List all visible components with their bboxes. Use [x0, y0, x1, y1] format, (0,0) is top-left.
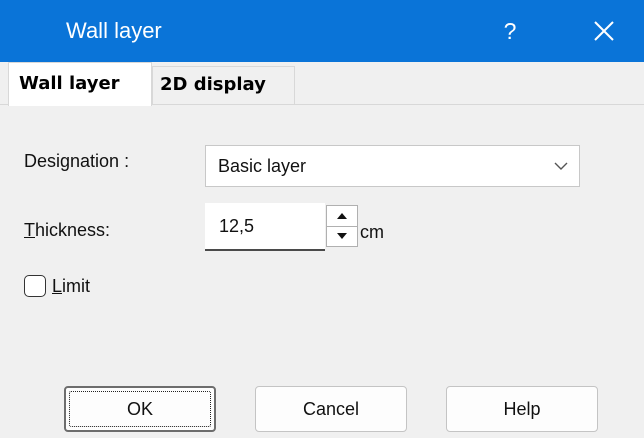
ok-label: OK: [126, 398, 153, 419]
designation-label: Designation :: [24, 151, 130, 171]
window-title: Wall layer: [66, 18, 162, 43]
tab-strip: Wall layer 2D display: [0, 62, 644, 106]
thickness-down-button[interactable]: [327, 226, 357, 246]
designation-select[interactable]: Basic layer: [205, 145, 580, 187]
triangle-up-icon: [337, 213, 347, 219]
limit-checkbox[interactable]: [24, 275, 46, 297]
title-bar[interactable]: Wall layer ?: [0, 0, 644, 62]
wall-layer-dialog: Wall layer ? Wall layer 2D display Desig…: [0, 0, 644, 438]
chevron-down-icon: [554, 162, 568, 170]
thickness-stepper[interactable]: [326, 205, 358, 247]
thickness-label: Thickness:: [24, 218, 110, 242]
ok-button[interactable]: OK: [64, 386, 216, 432]
tab-wall-layer[interactable]: Wall layer: [8, 62, 152, 106]
help-button[interactable]: Help: [446, 386, 598, 432]
tab-2d-display[interactable]: 2D display: [152, 66, 295, 104]
thickness-up-button[interactable]: [327, 206, 357, 227]
thickness-input[interactable]: 12,5: [205, 203, 325, 251]
designation-value: Basic layer: [218, 156, 307, 176]
thickness-label-text: hickness:: [35, 220, 111, 240]
limit-label-text: imit: [62, 276, 91, 296]
close-icon: [594, 21, 614, 41]
close-button[interactable]: [572, 0, 636, 62]
help-label: Help: [503, 398, 541, 419]
cancel-label: Cancel: [302, 398, 360, 419]
help-title-button[interactable]: ?: [478, 0, 542, 62]
limit-mnemonic: L: [52, 276, 63, 296]
cancel-button[interactable]: Cancel: [255, 386, 407, 432]
limit-label[interactable]: Limit: [52, 274, 90, 298]
thickness-unit: cm: [360, 222, 384, 242]
thickness-mnemonic: T: [24, 220, 35, 240]
thickness-value: 12,5: [219, 216, 255, 236]
triangle-down-icon: [337, 233, 347, 239]
